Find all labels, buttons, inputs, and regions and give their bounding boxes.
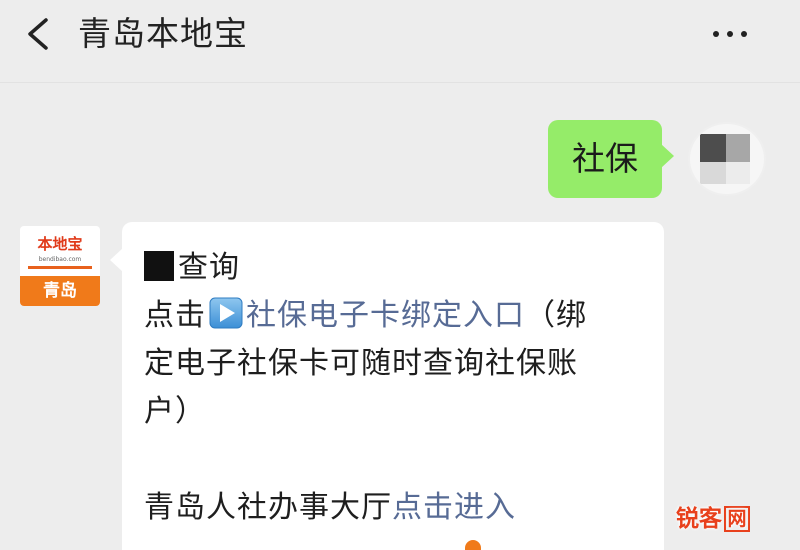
watermark-text: 锐客	[676, 506, 722, 532]
black-square-icon	[144, 251, 174, 281]
click-text: 点击	[144, 298, 206, 333]
message-line: 青岛人社办事大厅点击进入	[144, 484, 516, 532]
outgoing-message-bubble[interactable]: 社保	[548, 120, 674, 198]
query-heading: 查询	[178, 250, 240, 285]
logo-brand-text: 本地宝	[37, 235, 83, 253]
message-line: 查询	[144, 244, 240, 292]
social-security-card-binding-link[interactable]: 社保电子卡绑定入口	[246, 298, 525, 333]
message-line: 定电子社保卡可随时查询社保账	[144, 346, 578, 381]
logo-domain-text: bendibao.com	[38, 256, 82, 263]
click-to-enter-link[interactable]: 点击进入	[392, 490, 516, 525]
message-line: 点击 社保电子卡绑定入口（绑	[144, 292, 587, 340]
watermark: 锐客网	[676, 504, 750, 534]
my-avatar[interactable]	[690, 124, 764, 194]
service-hall-text: 青岛人社办事大厅	[144, 490, 392, 525]
header-divider	[0, 82, 800, 83]
watermark-boxed-char: 网	[724, 506, 750, 532]
page-title: 青岛本地宝	[78, 14, 248, 53]
title-bar: 青岛本地宝	[0, 0, 800, 80]
incoming-message-bubble: 查询 点击 社保电子卡绑定入口（绑 定电子社保卡可随时查询社保账 户） 青岛人社…	[110, 222, 664, 550]
play-button-icon	[209, 297, 243, 329]
more-dots-icon[interactable]	[705, 22, 755, 46]
sender-avatar[interactable]: 本地宝 bendibao.com 青岛	[20, 226, 100, 306]
logo-city-badge: 青岛	[20, 276, 100, 306]
logo-stripe	[28, 266, 92, 269]
line2-suffix: （绑	[525, 298, 587, 333]
message-line: 户）	[144, 394, 206, 429]
partial-icon	[465, 540, 481, 550]
outgoing-message-text: 社保	[572, 139, 638, 178]
chevron-left-icon[interactable]	[22, 12, 62, 56]
